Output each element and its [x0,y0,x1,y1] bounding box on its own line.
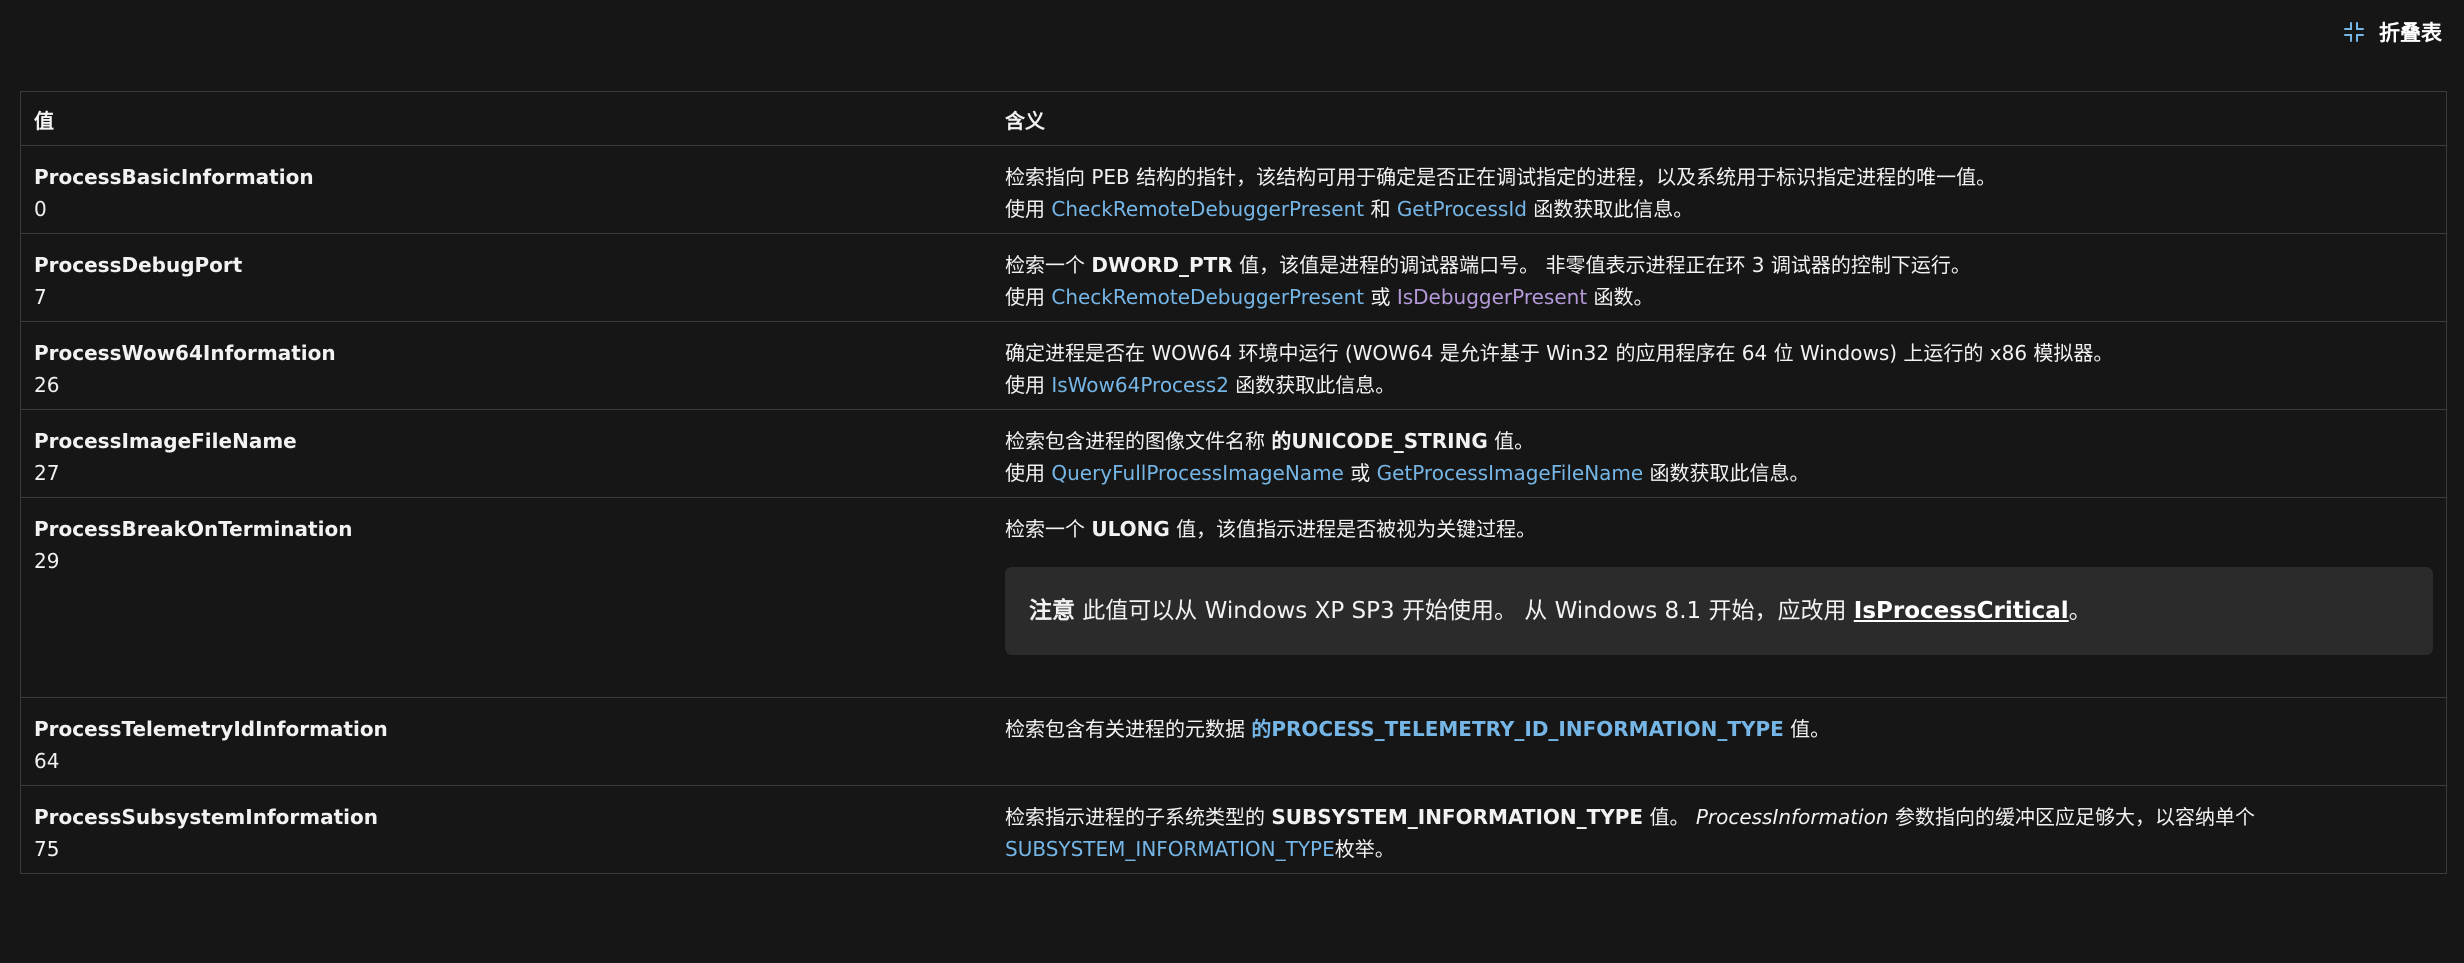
value-name: ProcessTelemetryIdInformation [34,717,388,741]
note-text: 此值可以从 Windows XP SP3 开始使用。 从 Windows 8.1… [1075,598,1854,624]
usage-prefix: 使用 [1005,373,1052,397]
link-isprocesscritical[interactable]: IsProcessCritical [1854,598,2069,624]
meaning-usage: 使用 CheckRemoteDebuggerPresent 和 GetProce… [1005,193,2433,225]
meaning-prefix: 检索指示进程的子系统类型的 [1005,805,1272,829]
table-row: ProcessSubsystemInformation 75 检索指示进程的子系… [20,785,2447,874]
value-cell: ProcessDebugPort 7 [20,233,992,322]
meaning-cell: 检索一个 DWORD_PTR 值，该值是进程的调试器端口号。 非零值表示进程正在… [992,233,2447,322]
value-name: ProcessBasicInformation [34,165,314,189]
table-row: ProcessImageFileName 27 检索包含进程的图像文件名称 的U… [20,409,2447,498]
table-row: ProcessDebugPort 7 检索一个 DWORD_PTR 值，该值是进… [20,233,2447,322]
meaning-prefix: 检索一个 [1005,253,1092,277]
value-number: 75 [34,837,60,861]
meaning-prefix: 检索包含有关进程的元数据 [1005,717,1252,741]
link-checkremotedebuggerpresent[interactable]: CheckRemoteDebuggerPresent [1051,197,1364,221]
link-queryfullprocessimagename[interactable]: QueryFullProcessImageName [1051,461,1344,485]
note-callout: 注意 此值可以从 Windows XP SP3 开始使用。 从 Windows … [1005,567,2433,655]
collapse-icon [2344,22,2364,42]
usage-conjunction: 或 [1364,285,1397,309]
meaning-text: 检索指向 PEB 结构的指针，该结构可用于确定是否正在调试指定的进程，以及系统用… [1005,165,1997,189]
parameter-name: ProcessInformation [1695,805,1889,829]
value-cell: ProcessBreakOnTermination 29 [20,497,992,698]
link-subsystem-information-type[interactable]: SUBSYSTEM_INFORMATION_TYPE [1005,837,1335,861]
meaning-middle: 值。 [1643,805,1696,829]
value-cell: ProcessSubsystemInformation 75 [20,785,992,874]
type-name: DWORD_PTR [1091,253,1233,277]
meaning-usage: 使用 CheckRemoteDebuggerPresent 或 IsDebugg… [1005,281,2433,313]
usage-suffix: 函数获取此信息。 [1643,461,1810,485]
header-meaning: 含义 [992,91,2447,146]
meaning-suffix: 值。 [1487,429,1535,453]
table-row: ProcessBreakOnTermination 29 检索一个 ULONG … [20,497,2447,698]
meaning-cell: 检索包含有关进程的元数据 的PROCESS_TELEMETRY_ID_INFOR… [992,697,2447,786]
meaning-usage: SUBSYSTEM_INFORMATION_TYPE枚举。 [1005,833,2433,865]
link-checkremotedebuggerpresent[interactable]: CheckRemoteDebuggerPresent [1051,285,1364,309]
note-suffix: 。 [2068,598,2092,624]
value-name: ProcessWow64Information [34,341,336,365]
value-number: 0 [34,197,47,221]
meaning-text: 检索包含有关进程的元数据 的PROCESS_TELEMETRY_ID_INFOR… [1005,713,2433,745]
link-process-telemetry-id-information-type[interactable]: 的PROCESS_TELEMETRY_ID_INFORMATION_TYPE [1251,717,1783,741]
meaning-cell: 检索指向 PEB 结构的指针，该结构可用于确定是否正在调试指定的进程，以及系统用… [992,145,2447,234]
meaning-text: 确定进程是否在 WOW64 环境中运行 (WOW64 是允许基于 Win32 的… [1005,341,2114,365]
usage-suffix: 函数获取此信息。 [1526,197,1694,221]
usage-suffix: 函数获取此信息。 [1228,373,1396,397]
process-info-table: 值 含义 ProcessBasicInformation 0 检索指向 PEB … [20,91,2447,874]
meaning-cell: 检索一个 ULONG 值，该值指示进程是否被视为关键过程。 注意 此值可以从 W… [992,497,2447,698]
meaning-prefix: 检索一个 [1005,517,1092,541]
link-getprocessid[interactable]: GetProcessId [1397,197,1527,221]
value-number: 7 [34,285,47,309]
value-cell: ProcessWow64Information 26 [20,321,992,410]
table-row: ProcessBasicInformation 0 检索指向 PEB 结构的指针… [20,145,2447,234]
usage-suffix: 函数。 [1587,285,1654,309]
usage-prefix: 使用 [1005,197,1052,221]
value-cell: ProcessBasicInformation 0 [20,145,992,234]
meaning-usage: 使用 IsWow64Process2 函数获取此信息。 [1005,369,2433,401]
table-row: ProcessWow64Information 26 确定进程是否在 WOW64… [20,321,2447,410]
meaning-cell: 检索包含进程的图像文件名称 的UNICODE_STRING 值。 使用 Quer… [992,409,2447,498]
meaning-cell: 检索指示进程的子系统类型的 SUBSYSTEM_INFORMATION_TYPE… [992,785,2447,874]
meaning-suffix: 值。 [1783,717,1831,741]
header-value: 值 [20,91,992,146]
note-title: 注意 [1029,598,1075,624]
usage-suffix: 枚举。 [1334,837,1395,861]
value-number: 26 [34,373,60,397]
usage-prefix: 使用 [1005,285,1052,309]
meaning-usage: 使用 QueryFullProcessImageName 或 GetProces… [1005,457,2433,489]
value-number: 29 [34,549,60,573]
meaning-text: 检索一个 ULONG 值，该值指示进程是否被视为关键过程。 [1005,513,2433,545]
usage-conjunction: 和 [1364,197,1397,221]
value-name: ProcessSubsystemInformation [34,805,378,829]
usage-prefix: 使用 [1005,461,1052,485]
value-name: ProcessDebugPort [34,253,243,277]
type-name: ULONG [1091,517,1170,541]
meaning-text: 检索包含进程的图像文件名称 的UNICODE_STRING 值。 [1005,425,2433,457]
link-iswow64process2[interactable]: IsWow64Process2 [1051,373,1229,397]
meaning-suffix: 参数指向的缓冲区应足够大，以容纳单个 [1888,805,2255,829]
table-row: ProcessTelemetryIdInformation 64 检索包含有关进… [20,697,2447,786]
collapse-table-label: 折叠表 [2379,21,2442,45]
meaning-cell: 确定进程是否在 WOW64 环境中运行 (WOW64 是允许基于 Win32 的… [992,321,2447,410]
value-number: 64 [34,749,60,773]
meaning-text: 检索指示进程的子系统类型的 SUBSYSTEM_INFORMATION_TYPE… [1005,801,2433,833]
value-cell: ProcessImageFileName 27 [20,409,992,498]
link-isdebuggerpresent[interactable]: IsDebuggerPresent [1397,285,1587,309]
table-header-row: 值 含义 [20,91,2447,146]
meaning-suffix: 值，该值是进程的调试器端口号。 非零值表示进程正在环 3 调试器的控制下运行。 [1232,253,1971,277]
meaning-text: 检索一个 DWORD_PTR 值，该值是进程的调试器端口号。 非零值表示进程正在… [1005,249,2433,281]
value-number: 27 [34,461,60,485]
usage-conjunction: 或 [1343,461,1377,485]
link-getprocessimagefilename[interactable]: GetProcessImageFileName [1377,461,1644,485]
value-name: ProcessImageFileName [34,429,297,453]
value-cell: ProcessTelemetryIdInformation 64 [20,697,992,786]
type-name: SUBSYSTEM_INFORMATION_TYPE [1271,805,1644,829]
type-name: 的UNICODE_STRING [1271,429,1488,453]
meaning-suffix: 值，该值指示进程是否被视为关键过程。 [1169,517,1537,541]
value-name: ProcessBreakOnTermination [34,517,353,541]
meaning-prefix: 检索包含进程的图像文件名称 [1005,429,1272,453]
collapse-table-button[interactable]: 折叠表 [2343,14,2442,50]
